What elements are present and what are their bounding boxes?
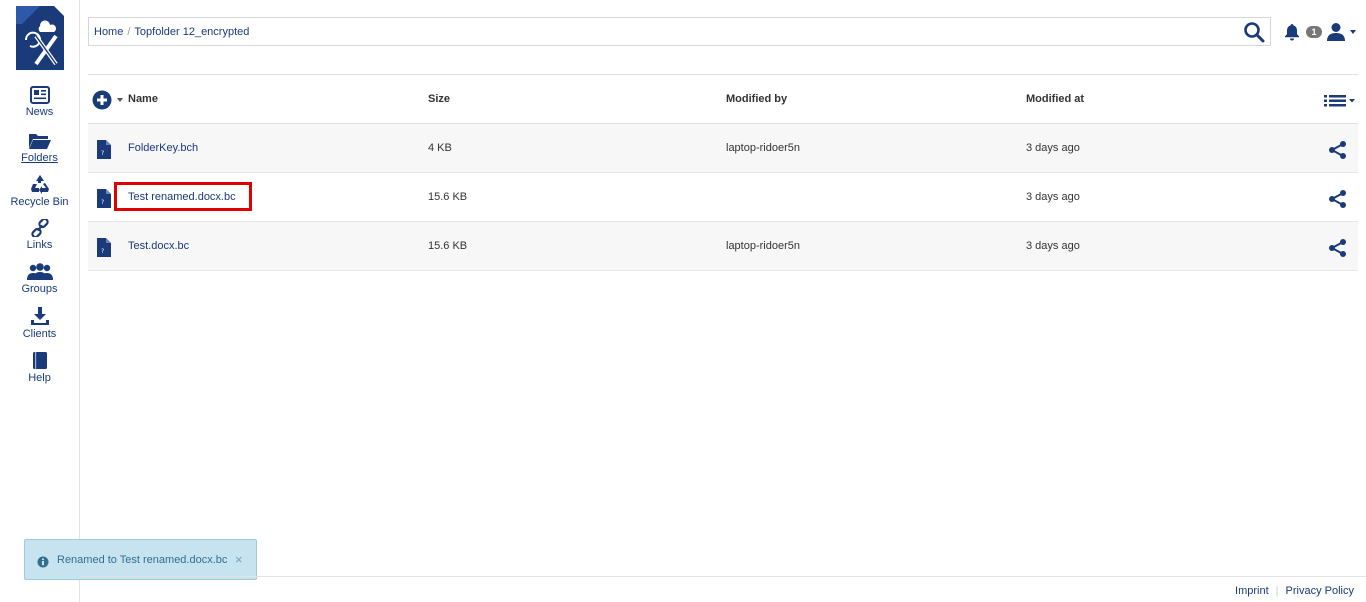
file-name[interactable]: Test.docx.bc bbox=[128, 240, 189, 252]
table-header: Name Size Modified by Modified at bbox=[88, 74, 1358, 124]
svg-text:?: ? bbox=[101, 150, 104, 157]
file-icon: ? bbox=[97, 189, 111, 208]
sidebar: News Folders Recycle Bin Links Groups Cl… bbox=[0, 0, 80, 602]
sidebar-item-label: Links bbox=[26, 239, 53, 251]
file-icon: ? bbox=[97, 238, 111, 257]
file-size: 15.6 KB bbox=[428, 240, 468, 252]
table-row[interactable]: ? Test.docx.bc 15.6 KB laptop-ridoer5n 3… bbox=[88, 222, 1358, 271]
file-size: 15.6 KB bbox=[428, 191, 468, 203]
file-size: 4 KB bbox=[428, 142, 452, 154]
svg-text:?: ? bbox=[101, 248, 104, 255]
file-modified-at: 3 days ago bbox=[1026, 240, 1080, 252]
sidebar-item-help[interactable]: Help bbox=[0, 351, 79, 385]
file-modified-by: laptop-ridoer5n bbox=[726, 142, 800, 154]
sidebar-item-folders[interactable]: Folders bbox=[0, 132, 79, 165]
sidebar-item-recycle-bin[interactable]: Recycle Bin bbox=[0, 174, 79, 209]
sidebar-item-label: Help bbox=[28, 372, 51, 384]
file-table: Name Size Modified by Modified at ? Fold… bbox=[88, 74, 1358, 271]
recycle-icon bbox=[30, 175, 49, 194]
breadcrumb-separator: / bbox=[127, 26, 131, 38]
file-name[interactable]: Test renamed.docx.bc bbox=[128, 191, 236, 203]
file-modified-at: 3 days ago bbox=[1026, 142, 1080, 154]
download-icon bbox=[30, 307, 49, 325]
info-icon bbox=[37, 556, 49, 568]
breadcrumb-bar: Home / Topfolder 12_encrypted bbox=[88, 17, 1271, 46]
column-header-modified-at[interactable]: Modified at bbox=[1026, 93, 1084, 105]
sidebar-item-label: Folders bbox=[21, 152, 58, 164]
sidebar-item-news[interactable]: News bbox=[0, 86, 79, 119]
list-view-icon[interactable] bbox=[1324, 94, 1356, 108]
app-logo[interactable] bbox=[16, 6, 64, 70]
table-row[interactable]: ? Test renamed.docx.bc 15.6 KB 3 days ag… bbox=[88, 173, 1358, 222]
sidebar-item-clients[interactable]: Clients bbox=[0, 306, 79, 341]
sidebar-item-label: Clients bbox=[22, 328, 57, 340]
share-icon[interactable] bbox=[1328, 189, 1348, 209]
link-icon bbox=[30, 219, 49, 237]
footer-divider bbox=[80, 576, 1366, 577]
users-icon bbox=[26, 263, 53, 280]
sidebar-item-label: Groups bbox=[21, 283, 58, 295]
column-header-modified-by[interactable]: Modified by bbox=[726, 93, 787, 105]
footer-separator: | bbox=[1275, 585, 1279, 597]
user-icon[interactable] bbox=[1326, 22, 1346, 41]
breadcrumb-home[interactable]: Home bbox=[94, 26, 123, 38]
breadcrumb-current[interactable]: Topfolder 12_encrypted bbox=[134, 26, 249, 38]
sidebar-item-groups[interactable]: Groups bbox=[0, 263, 79, 296]
sidebar-item-label: Recycle Bin bbox=[10, 196, 69, 208]
table-row[interactable]: ? FolderKey.bch 4 KB laptop-ridoer5n 3 d… bbox=[88, 124, 1358, 173]
privacy-policy-link[interactable]: Privacy Policy bbox=[1286, 585, 1354, 597]
toast-message: Renamed to Test renamed.docx.bc bbox=[57, 554, 228, 566]
toast-notification: Renamed to Test renamed.docx.bc × bbox=[24, 539, 257, 580]
breadcrumb: Home / Topfolder 12_encrypted bbox=[94, 26, 249, 38]
search-icon[interactable] bbox=[1243, 21, 1265, 43]
chevron-down-icon[interactable] bbox=[117, 98, 123, 102]
svg-text:?: ? bbox=[101, 199, 104, 206]
file-icon: ? bbox=[97, 140, 111, 159]
file-modified-by: laptop-ridoer5n bbox=[726, 240, 800, 252]
file-name[interactable]: FolderKey.bch bbox=[128, 142, 198, 154]
column-header-name[interactable]: Name bbox=[128, 93, 158, 105]
bell-icon[interactable] bbox=[1283, 23, 1301, 41]
sidebar-item-label: News bbox=[25, 106, 54, 118]
chevron-down-icon[interactable] bbox=[1350, 30, 1356, 34]
imprint-link[interactable]: Imprint bbox=[1235, 585, 1269, 597]
book-icon bbox=[32, 352, 47, 369]
file-modified-at: 3 days ago bbox=[1026, 191, 1080, 203]
share-icon[interactable] bbox=[1328, 238, 1348, 258]
share-icon[interactable] bbox=[1328, 140, 1348, 160]
sidebar-item-links[interactable]: Links bbox=[0, 219, 79, 252]
column-header-size[interactable]: Size bbox=[428, 93, 450, 105]
newspaper-icon bbox=[29, 86, 50, 104]
folder-icon bbox=[28, 134, 51, 149]
footer: Imprint | Privacy Policy bbox=[1235, 585, 1354, 597]
add-circle-icon[interactable] bbox=[92, 90, 112, 110]
notification-badge[interactable]: 1 bbox=[1306, 26, 1322, 38]
close-icon[interactable]: × bbox=[235, 552, 243, 567]
